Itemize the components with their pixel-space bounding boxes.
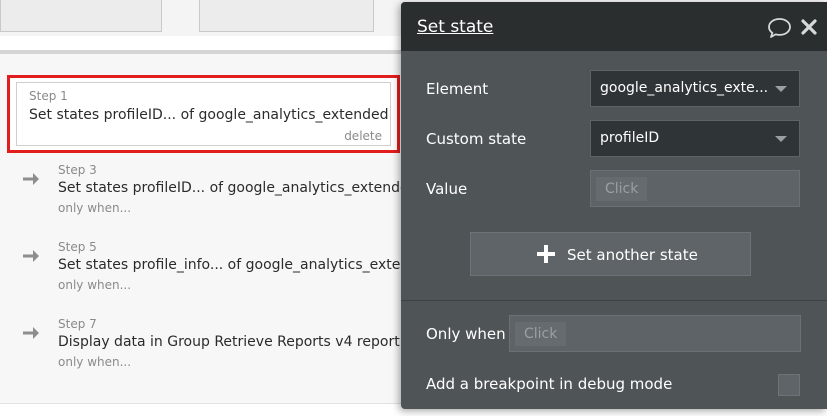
- step-condition: only when...: [58, 355, 132, 369]
- comment-icon[interactable]: [767, 17, 792, 39]
- step-card[interactable]: Step 5 Set states profile_info... of goo…: [22, 240, 412, 296]
- arrow-right-icon: [23, 250, 39, 262]
- close-icon[interactable]: [800, 18, 818, 36]
- click-placeholder[interactable]: Click: [596, 177, 648, 201]
- set-another-state-label: Set another state: [567, 246, 698, 264]
- chevron-down-icon: [775, 136, 787, 142]
- arrow-right-icon: [23, 173, 39, 185]
- set-another-state-button[interactable]: Set another state: [470, 232, 751, 276]
- arrow-right-icon: [23, 327, 39, 339]
- custom-state-label: Custom state: [426, 130, 527, 148]
- click-placeholder[interactable]: Click: [515, 322, 567, 346]
- element-value: google_analytics_exte...: [600, 80, 769, 96]
- editor-title[interactable]: Set state: [417, 17, 493, 37]
- breakpoint-label: Add a breakpoint in debug mode: [426, 375, 673, 393]
- step-number: Step 1: [29, 89, 68, 103]
- element-label: Element: [426, 80, 489, 98]
- custom-state-dropdown[interactable]: profileID: [590, 120, 800, 157]
- step-card[interactable]: Step 7 Display data in Group Retrieve Re…: [22, 317, 412, 373]
- custom-state-value: profileID: [600, 130, 660, 146]
- delete-step-link[interactable]: delete: [344, 129, 382, 143]
- step-number: Step 5: [58, 240, 97, 254]
- step-title: Set states profileID... of google_analyt…: [29, 107, 389, 123]
- step-condition: only when...: [58, 278, 132, 292]
- step-number: Step 7: [58, 317, 97, 331]
- step-card[interactable]: Step 3 Set states profileID... of google…: [22, 163, 412, 219]
- step-number: Step 3: [58, 163, 97, 177]
- event-card[interactable]: [0, 0, 162, 32]
- step-card-body: Step 1 Set states profileID... of google…: [16, 82, 391, 146]
- step-title: Set states profileID... of google_analyt…: [58, 180, 412, 196]
- element-dropdown[interactable]: google_analytics_exte...: [590, 70, 800, 107]
- value-label: Value: [426, 180, 468, 198]
- step-title: Set states profile_info... of google_ana…: [58, 257, 412, 273]
- step-card-selected[interactable]: Step 1 Set states profileID... of google…: [7, 75, 400, 153]
- event-card[interactable]: [199, 0, 374, 32]
- set-state-editor: Set state Element google_analytics_exte.…: [401, 2, 827, 409]
- editor-divider: [401, 300, 827, 301]
- plus-icon: [537, 245, 555, 263]
- only-when-label: Only when: [426, 325, 506, 343]
- only-when-field[interactable]: Click: [509, 315, 801, 352]
- breakpoint-checkbox[interactable]: [778, 374, 800, 396]
- editor-header: Set state: [401, 2, 827, 51]
- step-condition: only when...: [58, 201, 132, 215]
- value-expression-field[interactable]: Click: [590, 170, 800, 207]
- chevron-down-icon: [775, 86, 787, 92]
- step-title: Display data in Group Retrieve Reports v…: [58, 334, 400, 350]
